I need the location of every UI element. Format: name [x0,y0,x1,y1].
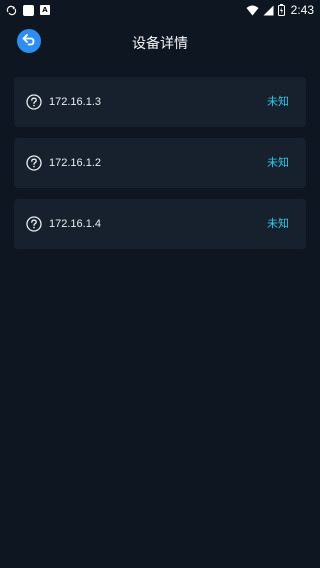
a-badge-icon: A [40,5,50,15]
question-circle-icon [26,216,42,232]
device-ip: 172.16.1.2 [49,157,101,169]
sync-icon [6,5,17,16]
status-time: 2:43 [290,3,314,17]
battery-icon [277,4,285,16]
status-left-icons: A [6,4,50,16]
header: 设备详情 [0,24,320,60]
notification-square-icon [23,4,34,16]
status-bar: A 2:43 [0,0,320,20]
device-status: 未知 [267,95,289,108]
device-ip: 172.16.1.4 [49,218,101,230]
status-right-icons: 2:43 [246,3,314,17]
signal-icon [263,5,274,16]
device-item[interactable]: 172.16.1.3 未知 [14,77,306,127]
wifi-icon [246,5,259,16]
device-item[interactable]: 172.16.1.4 未知 [14,199,306,249]
device-status: 未知 [267,156,289,169]
question-circle-icon [26,155,42,171]
question-circle-icon [26,94,42,110]
device-item[interactable]: 172.16.1.2 未知 [14,138,306,188]
device-status: 未知 [267,217,289,230]
device-list: 172.16.1.3 未知 172.16.1.2 未知 172.16.1.4 未… [14,77,306,260]
page-title: 设备详情 [132,36,188,52]
device-ip: 172.16.1.3 [49,96,101,108]
